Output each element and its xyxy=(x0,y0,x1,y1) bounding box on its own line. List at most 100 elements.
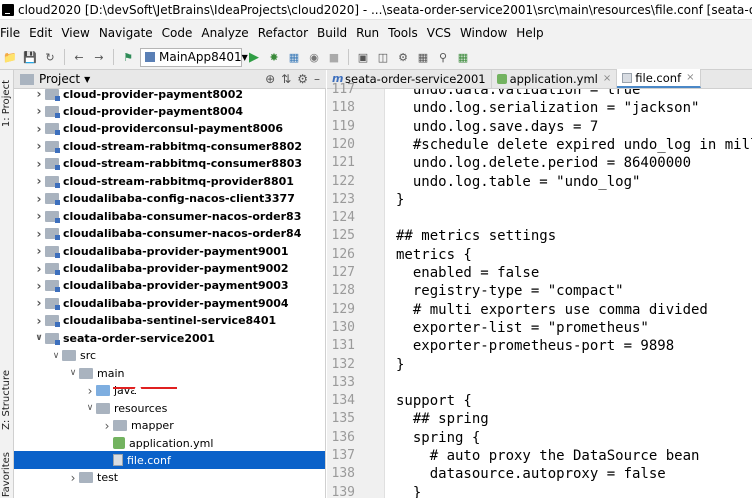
profile-icon[interactable]: ◉ xyxy=(307,50,321,64)
folder-icon xyxy=(62,350,76,362)
menu-code[interactable]: Code xyxy=(162,26,197,40)
menu-build[interactable]: Build xyxy=(317,26,351,40)
menu-refactor[interactable]: Refactor xyxy=(258,26,312,40)
search-icon[interactable]: ⚲ xyxy=(436,50,450,64)
chevron-right-icon[interactable]: › xyxy=(84,384,96,398)
menu-window[interactable]: Window xyxy=(460,26,511,40)
line-number: 119 xyxy=(331,118,355,134)
open-folder-icon[interactable]: 📁 xyxy=(3,50,17,64)
tree-item-label: src xyxy=(80,349,97,363)
tree-item[interactable]: › cloudalibaba-provider-payment9003 xyxy=(14,277,325,295)
debug-icon[interactable]: ✸ xyxy=(267,50,281,64)
structure-tool-tab[interactable]: Z: Structure xyxy=(1,370,12,430)
tree-item[interactable]: file.conf xyxy=(14,451,325,470)
line-number: 117 xyxy=(331,82,355,97)
tree-item[interactable]: › cloud-providerconsul-payment8006 xyxy=(14,120,325,138)
chevron-right-icon[interactable]: › xyxy=(33,89,45,101)
sync-icon[interactable]: ↻ xyxy=(43,50,57,64)
tree-item[interactable]: › cloudalibaba-provider-payment9002 xyxy=(14,260,325,278)
build-hammer-icon[interactable]: ⚑ xyxy=(121,50,135,64)
back-arrow-icon[interactable]: ← xyxy=(72,50,86,64)
tree-item-label: main xyxy=(97,366,125,380)
line-number: 127 xyxy=(331,265,355,280)
chevron-right-icon[interactable]: › xyxy=(33,279,45,293)
chevron-right-icon[interactable]: › xyxy=(33,139,45,153)
tree-item[interactable]: ∨ main xyxy=(14,364,325,382)
chevron-right-icon[interactable]: › xyxy=(33,244,45,258)
tree-item[interactable]: ∨ seata-order-service2001 xyxy=(14,329,325,347)
menu-file[interactable]: File xyxy=(0,26,24,40)
chevron-right-icon[interactable]: › xyxy=(33,296,45,310)
code-line: exporter-list = "prometheus" xyxy=(396,319,649,336)
sdk-icon[interactable]: ▦ xyxy=(416,50,430,64)
chevron-right-icon[interactable]: › xyxy=(33,104,45,118)
run-configuration-select[interactable]: MainApp8401 ▼ xyxy=(140,47,248,67)
tree-item[interactable]: › cloudalibaba-provider-payment9001 xyxy=(14,242,325,260)
settings-icon[interactable]: ⚙ xyxy=(396,50,410,64)
share-icon[interactable]: ▦ xyxy=(456,50,470,64)
tree-item[interactable]: › cloudalibaba-config-nacos-client3377 xyxy=(14,190,325,208)
project-structure-icon[interactable]: ▣ xyxy=(356,50,370,64)
tree-item[interactable]: › cloudalibaba-sentinel-service8401 xyxy=(14,312,325,330)
run-icon[interactable]: ▶ xyxy=(247,50,261,65)
chevron-down-icon[interactable]: ▼ xyxy=(84,75,90,84)
tree-item[interactable]: › cloud-stream-rabbitmq-consumer8802 xyxy=(14,137,325,155)
menu-view[interactable]: View xyxy=(61,26,93,40)
tree-item[interactable]: › mapper xyxy=(14,417,325,435)
gear-icon[interactable]: ⚙ xyxy=(297,72,308,86)
save-icon[interactable]: 💾 xyxy=(23,50,37,64)
tree-item[interactable]: › cloud-stream-rabbitmq-provider8801 xyxy=(14,172,325,190)
menu-analyze[interactable]: Analyze xyxy=(201,26,252,40)
code-editor[interactable]: undo.data.validation = true undo.log.ser… xyxy=(385,89,752,498)
tree-item[interactable]: › cloudalibaba-consumer-nacos-order84 xyxy=(14,225,325,243)
coverage-icon[interactable]: ▦ xyxy=(287,50,301,64)
close-icon[interactable]: × xyxy=(686,72,694,83)
chevron-right-icon[interactable]: › xyxy=(33,227,45,241)
tree-item[interactable]: › cloudalibaba-provider-payment9004 xyxy=(14,294,325,312)
tree-item[interactable]: ∨ src xyxy=(14,347,325,365)
chevron-right-icon[interactable]: › xyxy=(33,174,45,188)
editor-tab[interactable]: file.conf × xyxy=(617,69,701,88)
hide-panel-icon[interactable]: – xyxy=(314,72,320,86)
menu-tools[interactable]: Tools xyxy=(388,26,422,40)
code-line: # auto proxy the DataSource bean xyxy=(396,448,700,464)
chevron-right-icon[interactable]: › xyxy=(33,262,45,276)
chevron-right-icon[interactable]: › xyxy=(33,192,45,206)
chevron-right-icon[interactable]: › xyxy=(33,209,45,223)
tree-item[interactable]: application.yml xyxy=(14,434,325,452)
collapse-all-icon[interactable]: ⇅ xyxy=(281,72,291,86)
close-icon[interactable]: × xyxy=(603,73,611,84)
chevron-right-icon[interactable]: › xyxy=(101,419,113,433)
favorites-tool-tab[interactable]: Favorites xyxy=(1,452,12,497)
chevron-right-icon[interactable]: › xyxy=(33,157,45,171)
folder-icon xyxy=(79,367,93,379)
tree-item[interactable]: › cloudalibaba-consumer-nacos-order83 xyxy=(14,207,325,225)
project-panel-title[interactable]: Project xyxy=(39,72,80,86)
chevron-right-icon[interactable]: › xyxy=(67,471,79,485)
menu-edit[interactable]: Edit xyxy=(29,26,56,40)
chevron-right-icon[interactable]: › xyxy=(33,314,45,328)
menu-navigate[interactable]: Navigate xyxy=(99,26,157,40)
forward-arrow-icon[interactable]: → xyxy=(92,50,106,64)
tree-item[interactable]: › cloud-provider-payment8002 xyxy=(14,89,325,103)
code-line: ## spring xyxy=(396,411,489,428)
locate-icon[interactable]: ⊕ xyxy=(265,72,275,86)
menu-run[interactable]: Run xyxy=(356,26,383,40)
chevron-down-icon[interactable]: ∨ xyxy=(50,351,62,361)
tree-item[interactable]: › cloud-provider-payment8004 xyxy=(14,102,325,120)
tree-item-label: file.conf xyxy=(127,453,171,467)
tree-item[interactable]: › java xyxy=(14,382,325,400)
editor-tab[interactable]: application.yml × xyxy=(492,69,618,88)
menu-help[interactable]: Help xyxy=(516,26,547,40)
chevron-down-icon[interactable]: ∨ xyxy=(33,333,45,343)
tree-item[interactable]: › cloud-stream-rabbitmq-consumer8803 xyxy=(14,155,325,173)
chevron-down-icon[interactable]: ∨ xyxy=(67,368,79,378)
chevron-right-icon[interactable]: › xyxy=(33,122,45,136)
tree-item[interactable]: › test xyxy=(14,469,325,487)
stop-icon[interactable]: ■ xyxy=(327,50,341,64)
menu-vcs[interactable]: VCS xyxy=(427,26,455,40)
project-tool-tab[interactable]: 1: Project xyxy=(1,80,12,127)
chevron-down-icon[interactable]: ∨ xyxy=(84,403,96,413)
database-icon[interactable]: ◫ xyxy=(376,50,390,64)
tree-item[interactable]: ∨ resources xyxy=(14,399,325,417)
